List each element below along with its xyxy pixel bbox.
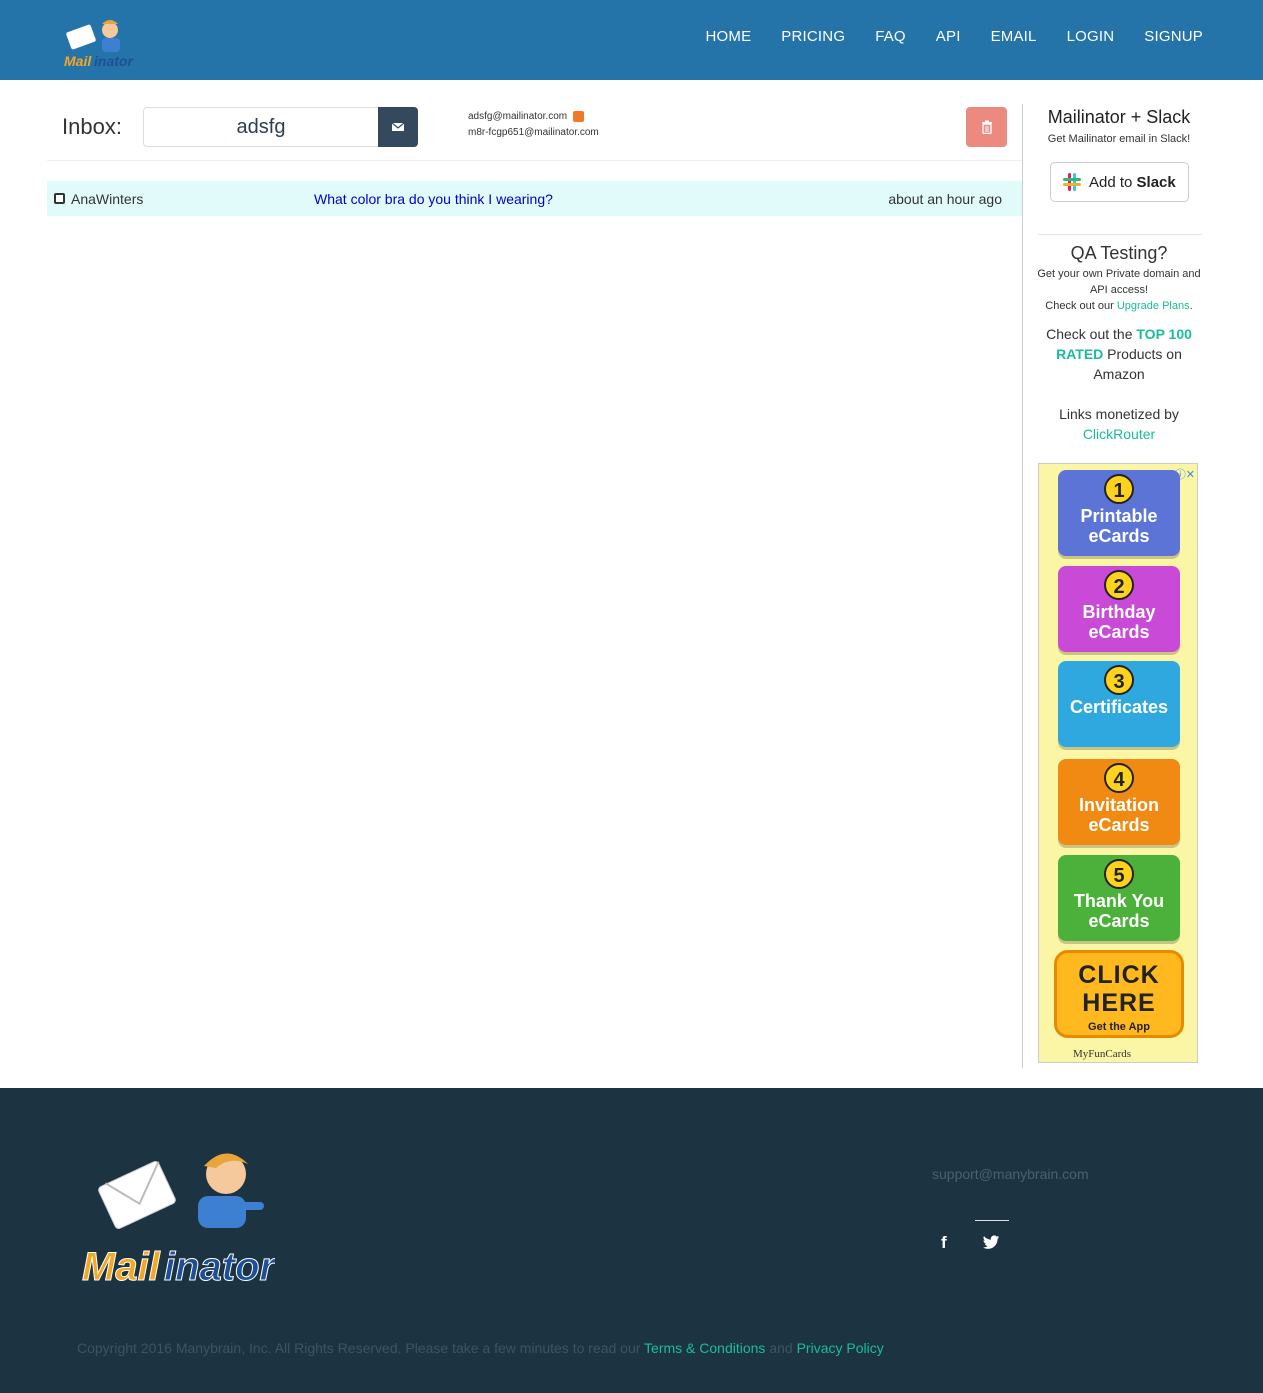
ad-card-number: 3 xyxy=(1104,665,1134,695)
copyright-text: Copyright 2016 Manybrain, Inc. All Right… xyxy=(77,1340,641,1356)
qa-text: Get your own Private domain and API acce… xyxy=(1036,266,1202,314)
qa-line2-post: . xyxy=(1189,300,1193,312)
ad-click-sub: Get the App xyxy=(1088,1021,1150,1033)
qa-line2-pre: Check out our xyxy=(1045,300,1114,312)
amazon-post: Products on Amazon xyxy=(1093,346,1182,382)
amazon-promo: Check out the TOP 100 RATED Products on … xyxy=(1036,324,1202,384)
message-time: about an hour ago xyxy=(888,191,1002,207)
sidebar-hr xyxy=(1038,234,1202,235)
inbox-name-input[interactable] xyxy=(143,107,379,147)
ad-card-label: Certificates xyxy=(1069,697,1169,717)
nav-faq[interactable]: FAQ xyxy=(860,28,921,45)
ad-card-label: Invitation eCards xyxy=(1079,795,1159,835)
qa-line1: Get your own Private domain and API acce… xyxy=(1037,268,1201,296)
nav-api[interactable]: API xyxy=(921,28,976,45)
ad-card-label: Birthday eCards xyxy=(1082,602,1156,642)
message-checkbox[interactable] xyxy=(54,193,65,204)
upgrade-plans-link[interactable]: Upgrade Plans xyxy=(1117,300,1190,312)
ad-click-label: CLICK HERE xyxy=(1078,961,1160,1017)
message-row[interactable]: AnaWinters What color bra do you think I… xyxy=(47,181,1022,216)
ad-card-label: Thank You eCards xyxy=(1073,891,1165,931)
svg-text:Mail: Mail xyxy=(82,1245,161,1288)
slack-subtitle: Get Mailinator email in Slack! xyxy=(1047,133,1191,145)
svg-text:inator: inator xyxy=(94,53,134,69)
amazon-pre: Check out the xyxy=(1046,326,1133,342)
ad-brand: MyFunCards xyxy=(1073,1048,1132,1060)
ad-card-label: Printable eCards xyxy=(1080,506,1158,546)
ad-click-here-button[interactable]: CLICK HERE Get the App xyxy=(1054,950,1184,1038)
nav-pricing[interactable]: PRICING xyxy=(766,28,860,45)
inbox-addresses: adsfg@mailinator.com m8r-fcgp651@mailina… xyxy=(468,109,599,141)
support-email[interactable]: support@manybrain.com xyxy=(932,1166,1089,1182)
mailinator-footer-logo: Mail inator xyxy=(82,1153,275,1288)
ad-card-number: 2 xyxy=(1104,570,1134,600)
slack-btn-pre: Add to xyxy=(1089,173,1133,191)
privacy-link[interactable]: Privacy Policy xyxy=(797,1340,884,1356)
monetized-note: Links monetized by ClickRouter xyxy=(1036,404,1202,444)
nav-email[interactable]: EMAIL xyxy=(976,28,1052,45)
footer-divider xyxy=(975,1220,1009,1221)
svg-text:Mail: Mail xyxy=(64,53,92,69)
ad-card-2[interactable]: 2 Birthday eCards xyxy=(1058,566,1180,652)
ad-card-5[interactable]: 5 Thank You eCards xyxy=(1058,855,1180,941)
inbox-address-alias: m8r-fcgp651@mailinator.com xyxy=(468,127,599,138)
add-to-slack-button[interactable]: Add to Slack xyxy=(1050,162,1189,202)
ad-banner[interactable]: ⓘ✕ 1 Printable eCards 2 Birthday eCards … xyxy=(1038,463,1198,1063)
slack-title: Mailinator + Slack xyxy=(1047,107,1191,127)
go-inbox-button[interactable] xyxy=(378,107,418,147)
facebook-icon[interactable]: f xyxy=(941,1233,957,1252)
trash-icon xyxy=(981,120,992,134)
svg-text:inator: inator xyxy=(164,1245,275,1288)
monet-pre: Links monetized by xyxy=(1059,406,1179,422)
qa-title: QA Testing? xyxy=(1070,243,1168,263)
slack-icon xyxy=(1063,173,1081,191)
nav-signup[interactable]: SIGNUP xyxy=(1129,28,1203,45)
nav-home[interactable]: HOME xyxy=(690,28,766,45)
inbox-address-primary: adsfg@mailinator.com xyxy=(468,111,568,122)
nav-login[interactable]: LOGIN xyxy=(1052,28,1130,45)
clickrouter-link[interactable]: ClickRouter xyxy=(1083,426,1155,442)
ad-card-3[interactable]: 3 Certificates xyxy=(1058,661,1180,747)
ad-card-number: 5 xyxy=(1104,859,1134,889)
mailinator-logo[interactable]: Mail inator xyxy=(62,16,134,72)
message-subject[interactable]: What color bra do you think I wearing? xyxy=(314,191,553,207)
copyright-and: and xyxy=(769,1340,793,1356)
rss-icon[interactable] xyxy=(573,110,585,122)
divider xyxy=(47,160,1022,161)
copyright: Copyright 2016 Manybrain, Inc. All Right… xyxy=(77,1340,884,1356)
sidebar-divider xyxy=(1022,104,1023,1068)
inbox-label: Inbox: xyxy=(62,114,122,139)
ad-card-number: 1 xyxy=(1104,474,1134,504)
top-navbar: Mail inator HOME PRICING FAQ API EMAIL L… xyxy=(0,0,1263,80)
envelope-icon xyxy=(392,122,404,131)
ad-card-1[interactable]: 1 Printable eCards xyxy=(1058,470,1180,556)
ad-card-4[interactable]: 4 Invitation eCards xyxy=(1058,759,1180,845)
message-from: AnaWinters xyxy=(71,191,144,207)
ad-card-number: 4 xyxy=(1104,763,1134,793)
terms-link[interactable]: Terms & Conditions xyxy=(644,1340,765,1356)
delete-button[interactable] xyxy=(966,107,1007,147)
main-nav: HOME PRICING FAQ API EMAIL LOGIN SIGNUP xyxy=(690,28,1203,45)
twitter-icon[interactable] xyxy=(982,1233,1000,1251)
slack-btn-bold: Slack xyxy=(1136,173,1176,191)
